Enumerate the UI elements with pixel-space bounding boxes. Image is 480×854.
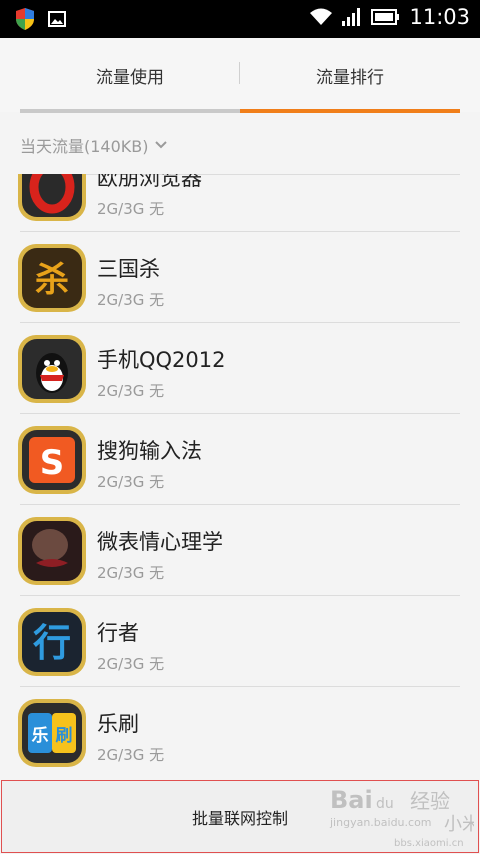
tab-indicator-inactive [20, 109, 240, 113]
app-traffic-detail: 2G/3G 无 [97, 746, 165, 764]
watermark-site: bbs.xiaomi.cn [394, 838, 464, 849]
list-item[interactable]: S 搜狗输入法 2G/3G 无 [0, 414, 480, 505]
micro-expression-icon [18, 517, 86, 585]
app-name: 手机QQ2012 [97, 348, 226, 372]
watermark-url: jingyan.baidu.com [329, 816, 432, 829]
app-traffic-detail: 2G/3G 无 [97, 200, 165, 218]
app-name: 三国杀 [97, 257, 160, 281]
watermark-mi: 小米 [444, 814, 474, 835]
image-icon [48, 11, 66, 27]
xingzhe-icon: 行 [18, 608, 86, 676]
list-item[interactable]: 乐 刷 乐刷 2G/3G 无 [0, 687, 480, 778]
filter-label: 当天流量(140KB) [20, 137, 149, 156]
qq-penguin-icon [18, 335, 86, 403]
svg-text:S: S [40, 443, 65, 483]
wifi-icon [310, 8, 333, 25]
watermark-paw: du [376, 796, 394, 812]
status-bar: 11:03 [0, 0, 480, 38]
app-traffic-detail: 2G/3G 无 [97, 291, 165, 309]
chevron-down-icon [154, 141, 167, 149]
traffic-period-dropdown[interactable]: 当天流量(140KB) [20, 132, 167, 158]
sogou-input-icon: S [18, 426, 86, 494]
tab-indicator-active [240, 109, 460, 113]
app-traffic-detail: 2G/3G 无 [97, 564, 165, 582]
app-name: 搜狗输入法 [97, 439, 202, 463]
app-traffic-detail: 2G/3G 无 [97, 382, 165, 400]
app-traffic-detail: 2G/3G 无 [97, 655, 165, 673]
battery-icon [371, 9, 400, 25]
tab-traffic-ranking[interactable]: 流量排行 [240, 38, 460, 112]
list-item[interactable]: 手机QQ2012 2G/3G 无 [0, 323, 480, 414]
clock: 11:03 [409, 5, 470, 29]
baidu-jingyan-watermark: Bai du 经验 jingyan.baidu.com 小米 bbs.xiaom… [329, 786, 474, 849]
app-list[interactable]: 欧朋浏览器 2G/3G 无 杀 三国杀 2G/3G 无 手机QQ2012 2G/… [0, 174, 480, 780]
app-name: 乐刷 [97, 712, 139, 736]
svg-text:行: 行 [33, 621, 71, 665]
sanguosha-icon: 杀 [18, 244, 86, 312]
opera-browser-icon [18, 174, 86, 221]
list-item[interactable]: 行 行者 2G/3G 无 [0, 596, 480, 687]
tab-traffic-usage[interactable]: 流量使用 [20, 38, 240, 112]
app-name: 行者 [97, 621, 139, 645]
signal-icon [342, 8, 361, 26]
watermark-brand: Bai [330, 786, 373, 814]
list-item[interactable]: 微表情心理学 2G/3G 无 [0, 505, 480, 596]
leshua-icon: 乐 刷 [18, 699, 86, 767]
svg-text:刷: 刷 [56, 726, 73, 746]
svg-text:杀: 杀 [35, 260, 69, 300]
tab-bar: 流量使用 流量排行 [0, 38, 480, 112]
app-traffic-detail: 2G/3G 无 [97, 473, 165, 491]
batch-network-control-label: 批量联网控制 [191, 808, 288, 828]
list-item[interactable]: 欧朋浏览器 2G/3G 无 [0, 174, 480, 232]
app-name: 欧朋浏览器 [97, 174, 202, 190]
shield-app-icon [16, 8, 34, 30]
list-item[interactable]: 杀 三国杀 2G/3G 无 [0, 232, 480, 323]
svg-text:乐: 乐 [32, 726, 49, 746]
app-name: 微表情心理学 [97, 530, 223, 554]
watermark-cn: 经验 [410, 789, 450, 813]
